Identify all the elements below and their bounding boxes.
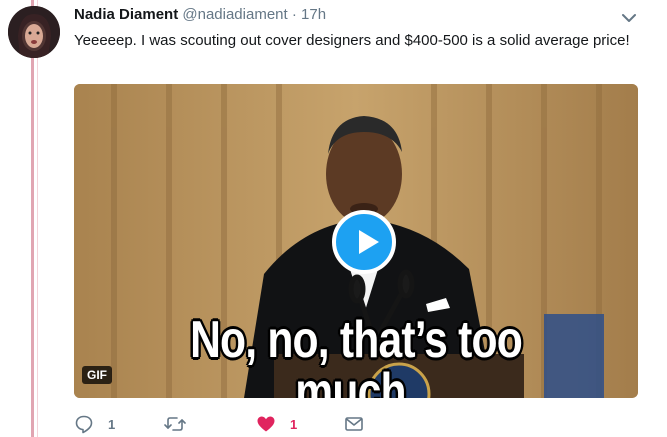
- avatar[interactable]: [8, 6, 60, 58]
- heart-icon: [256, 414, 276, 434]
- thread-line-inner: [37, 0, 38, 437]
- retweet-icon: [164, 414, 186, 434]
- reply-count: 1: [108, 416, 116, 432]
- thread-line: [31, 0, 34, 437]
- dm-envelope-icon: [344, 414, 364, 434]
- chevron-down-icon[interactable]: [620, 9, 638, 27]
- retweet-button[interactable]: [164, 414, 200, 434]
- timestamp[interactable]: 17h: [301, 6, 326, 23]
- like-button[interactable]: 1: [256, 414, 297, 434]
- gif-media[interactable]: No, no, that’s too much. GIF: [74, 84, 638, 398]
- reply-button[interactable]: 1: [74, 414, 115, 434]
- tweet-header: Nadia Diament @nadiadiament · 17h: [74, 6, 326, 23]
- like-count: 1: [290, 416, 298, 432]
- tweet-text: Yeeeeep. I was scouting out cover design…: [74, 32, 630, 49]
- author-handle[interactable]: @nadiadiament: [182, 6, 287, 23]
- play-icon[interactable]: [332, 210, 396, 274]
- author-name[interactable]: Nadia Diament: [74, 6, 178, 23]
- gif-caption: No, no, that’s too much.: [190, 311, 523, 398]
- dm-button[interactable]: [344, 414, 364, 434]
- separator-dot: ·: [291, 6, 297, 23]
- reply-icon: [74, 414, 94, 434]
- tweet-actions: 1 1: [74, 414, 394, 436]
- gif-badge: GIF: [82, 366, 112, 384]
